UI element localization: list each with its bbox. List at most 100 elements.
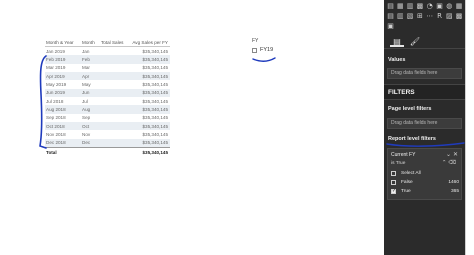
table-row: Nov 2018 Nov $35,340,145: [45, 130, 170, 138]
annotation-underline-pane: [386, 142, 465, 147]
table-row: Sep 2018 Sep $35,340,145: [45, 114, 170, 122]
eraser-icon[interactable]: ⌫: [448, 160, 456, 166]
table-cell: $35,340,145: [142, 90, 168, 96]
filter-option[interactable]: False 1460: [391, 178, 459, 186]
table-cell: Jul: [82, 98, 88, 104]
table-cell: $35,340,145: [142, 115, 168, 121]
table-cell: Mar: [82, 65, 90, 71]
values-label: Values: [388, 57, 406, 63]
visual-type-icon[interactable]: ▨: [445, 12, 454, 20]
filter-card-tools: ⌃ ⌫: [442, 160, 456, 166]
visual-type-icon[interactable]: ◍: [445, 2, 454, 10]
table-cell: $35,340,145: [142, 73, 168, 79]
visual-type-icon[interactable]: ▩: [415, 2, 424, 10]
page-filters-dropzone[interactable]: Drag data fields here: [387, 118, 462, 129]
visual-type-icon[interactable]: ▦: [396, 2, 405, 10]
visual-type-icon[interactable]: R: [435, 12, 444, 20]
column-header-total-sales[interactable]: Total Sales: [101, 40, 126, 45]
table-cell: Dec: [82, 140, 91, 146]
table-cell: Jun 2019: [46, 90, 65, 96]
table-row: Dec 2018 Dec $35,340,145: [45, 138, 170, 148]
table-cell: Aug 2018: [46, 107, 66, 113]
visual-type-icon[interactable]: ⋯: [425, 12, 434, 20]
values-dropzone[interactable]: Drag data fields here: [387, 68, 462, 79]
report-canvas[interactable]: Month & Year Month Total Sales Avg Sales…: [0, 0, 384, 255]
visual-type-icon[interactable]: ▩: [455, 12, 464, 20]
slicer-item-label: FY19: [260, 47, 274, 53]
current-fy-filter-card[interactable]: Current FY ⌄ ✕ is True ⌃ ⌫ Select All Fal…: [387, 148, 462, 200]
filter-card-title: Current FY: [391, 152, 416, 158]
slicer-title: FY: [252, 38, 259, 44]
table-row: Aug 2018 Aug $35,340,145: [45, 105, 170, 114]
chevron-up-icon[interactable]: ⌃: [442, 160, 447, 166]
table-cell: Feb: [82, 57, 90, 63]
table-cell: $35,340,145: [142, 98, 168, 104]
table-cell: $35,340,145: [142, 140, 168, 146]
column-header-month[interactable]: Month: [82, 40, 101, 45]
table-total-row: Total $35,340,145: [45, 147, 170, 156]
table-row: Oct 2018 Oct $35,340,145: [45, 122, 170, 131]
filters-header: FILTERS: [384, 84, 465, 100]
format-tab-icon[interactable]: 🖌: [408, 36, 422, 47]
visual-type-icon[interactable]: ⊞: [415, 12, 424, 20]
annotation-underline: [252, 57, 276, 62]
table-cell: Jul 2018: [46, 98, 64, 104]
table-header: Month & Year Month Total Sales Avg Sales…: [45, 37, 170, 47]
table-row: Feb 2019 Feb $35,340,145: [45, 55, 170, 64]
table-cell: May: [82, 82, 91, 88]
table-cell: $35,340,145: [142, 57, 168, 63]
table-row: Jan 2019 Jan $35,340,145: [45, 47, 170, 55]
window-edge: [465, 0, 474, 255]
fields-tab-icon[interactable]: ▤: [390, 36, 404, 47]
column-header-month-year[interactable]: Month & Year: [45, 40, 82, 45]
checkbox-icon[interactable]: [391, 179, 396, 185]
checkbox-icon[interactable]: ✓: [391, 188, 396, 194]
table-cell: Dec 2018: [46, 140, 66, 146]
table-cell: $35,340,145: [142, 82, 168, 88]
checkbox-icon[interactable]: [391, 170, 396, 176]
table-cell: Jan 2019: [46, 48, 65, 54]
table-cell: Sep 2018: [46, 115, 66, 121]
table-cell: Nov: [82, 132, 91, 138]
filter-option-count: 365: [450, 188, 459, 194]
filter-option-label: Select All: [401, 170, 421, 176]
total-value: $35,340,145: [142, 149, 168, 155]
table-cell: Apr 2019: [46, 73, 65, 79]
visual-type-icon[interactable]: ▣: [386, 22, 395, 30]
table-row: Jul 2018 Jul $35,340,145: [45, 97, 170, 105]
table-cell: Nov 2018: [46, 132, 66, 138]
visualizations-pane: ▤ ▦ ▥ ▩ ◔ ▣ ◍ ▦ ▤ ▥ ▧ ⊞ ⋯ R ▨ ▩ ▣ ▤ 🖌 Values Drag data f…: [384, 0, 465, 255]
visual-type-icon[interactable]: ▦: [455, 2, 464, 10]
visual-type-icon[interactable]: ▤: [386, 12, 395, 20]
table-visual[interactable]: Month & Year Month Total Sales Avg Sales…: [45, 37, 170, 156]
filter-option[interactable]: Select All: [391, 169, 459, 177]
table-row: Mar 2019 Mar $35,340,145: [45, 64, 170, 72]
table-cell: Jun: [82, 90, 90, 96]
table-cell: $35,340,145: [142, 48, 168, 54]
filter-option-label: True: [401, 188, 411, 194]
table-row: Apr 2019 Apr $35,340,145: [45, 72, 170, 81]
checkbox-icon[interactable]: [252, 47, 257, 53]
column-header-avg-sales[interactable]: Avg Sales per FY: [126, 40, 170, 45]
visual-type-icon[interactable]: ▥: [406, 2, 415, 10]
table-cell: $35,340,145: [142, 65, 168, 71]
visual-type-icon[interactable]: ◔: [425, 2, 434, 10]
visual-type-icon[interactable]: ▥: [396, 12, 405, 20]
table-cell: Mar 2019: [46, 65, 66, 71]
visual-type-icon[interactable]: ▧: [406, 12, 415, 20]
filter-option-count: 1460: [448, 179, 459, 185]
fy-slicer[interactable]: FY FY19: [252, 38, 312, 58]
table-row: May 2019 May $35,340,145: [45, 80, 170, 88]
filter-option[interactable]: ✓ True 365: [391, 187, 459, 195]
close-icon[interactable]: ✕: [453, 151, 458, 158]
chevron-down-icon[interactable]: ⌄: [446, 151, 451, 158]
visual-type-icon[interactable]: ▤: [386, 2, 395, 10]
table-body: Jan 2019 Jan $35,340,145 Feb 2019 Feb $35,340…: [45, 47, 170, 148]
visual-type-icon[interactable]: ▣: [435, 2, 444, 10]
table-cell: Oct: [82, 123, 90, 129]
slicer-item-fy19[interactable]: FY19: [252, 47, 312, 53]
table-cell: $35,340,145: [142, 123, 168, 129]
annotation-bracket: [39, 55, 47, 149]
page-filters-label: Page level filters: [388, 106, 432, 112]
table-cell: $35,340,145: [142, 132, 168, 138]
